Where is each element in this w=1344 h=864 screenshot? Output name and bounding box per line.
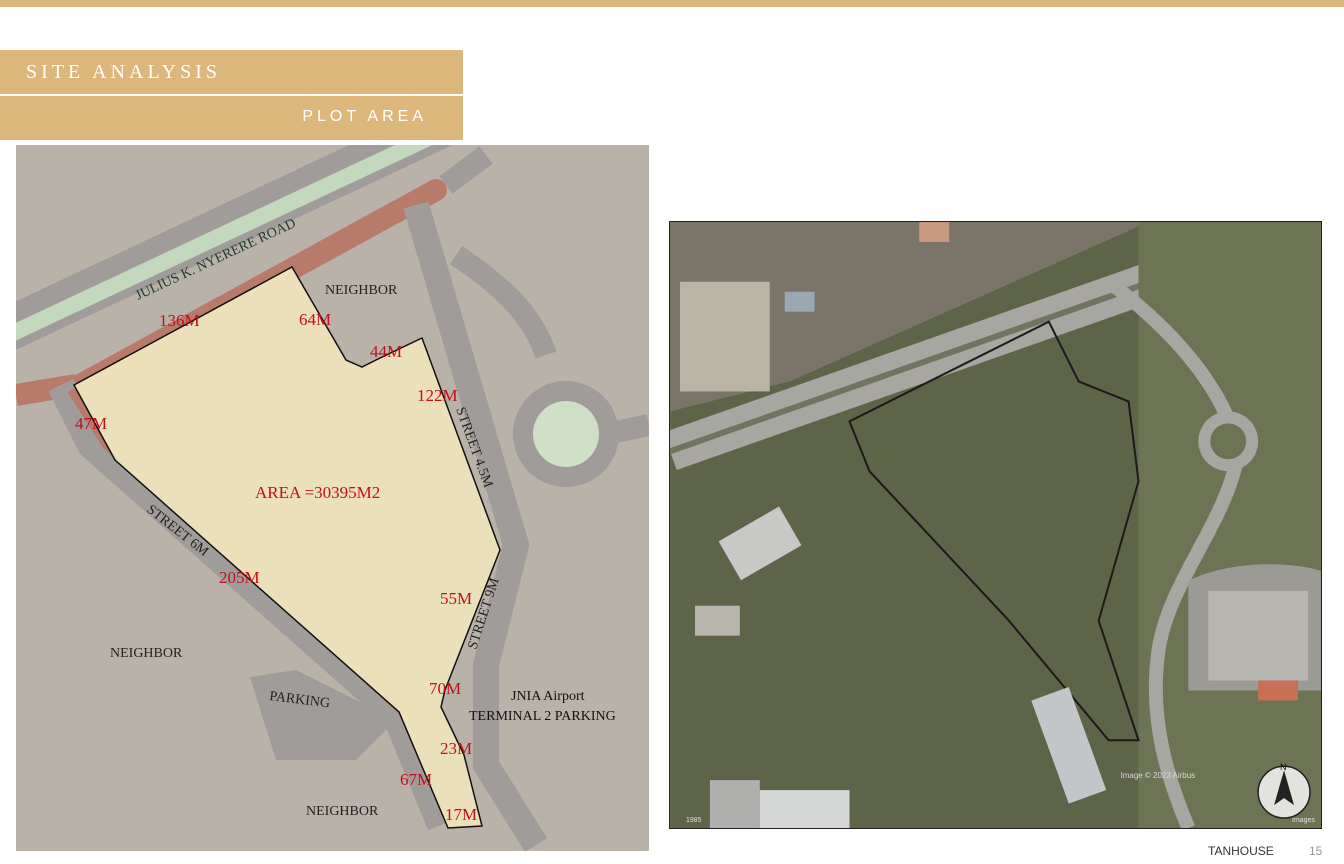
roundabout-island <box>533 401 599 467</box>
aerial-building <box>919 222 950 242</box>
aerial-red-roof <box>1258 680 1299 701</box>
terminal-label-line1: JNIA Airport <box>511 689 585 704</box>
aerial-building <box>709 780 760 828</box>
aerial-watermark: Image © 2023 Airbus <box>1121 771 1196 780</box>
dimension-label: 136M <box>159 311 200 330</box>
dimension-label: 17M <box>445 805 477 824</box>
section-title-box: SITE ANALYSIS <box>0 50 463 94</box>
area-label: AREA =30395M2 <box>255 483 380 502</box>
neighbor-label-bottom: NEIGHBOR <box>306 804 379 819</box>
section-subtitle-box: PLOT AREA <box>0 96 463 140</box>
aerial-building <box>784 291 815 312</box>
dimension-label: 67M <box>400 770 432 789</box>
aerial-parking-rows <box>1208 590 1308 681</box>
dimension-label: 205M <box>219 568 260 587</box>
dimension-label: 122M <box>417 386 458 405</box>
dimension-label: 23M <box>440 739 472 758</box>
aerial-building <box>694 605 740 636</box>
neighbor-label-top: NEIGHBOR <box>325 283 398 298</box>
top-accent-bar <box>0 0 1344 7</box>
dimension-label: 44M <box>370 342 402 361</box>
aerial-roundabout-island <box>1210 423 1247 460</box>
page-number: 15 <box>1309 844 1323 858</box>
aerial-cemetery <box>680 281 770 392</box>
footer-brand: TANHOUSE <box>1208 844 1274 858</box>
dimension-label: 55M <box>440 589 472 608</box>
section-subtitle: PLOT AREA <box>302 108 427 125</box>
site-plan: JULIUS K. NYERERE ROAD NEIGHBOR NEIGHBOR… <box>16 145 649 851</box>
aerial-corner-right: Images <box>1292 817 1315 824</box>
dimension-label: 64M <box>299 310 331 329</box>
section-title: SITE ANALYSIS <box>26 61 222 83</box>
aerial-photo: Image © 2023 Airbus 1985 Images N <box>669 221 1322 829</box>
roundabout-exit <box>603 414 649 445</box>
aerial-corner-left: 1985 <box>686 817 702 824</box>
neighbor-label-left: NEIGHBOR <box>110 646 183 661</box>
compass-label: N <box>1280 762 1286 772</box>
dimension-label: 70M <box>429 679 461 698</box>
terminal-label-line2: TERMINAL 2 PARKING <box>469 709 616 724</box>
aerial-building <box>759 790 850 828</box>
dimension-label: 47M <box>75 414 107 433</box>
